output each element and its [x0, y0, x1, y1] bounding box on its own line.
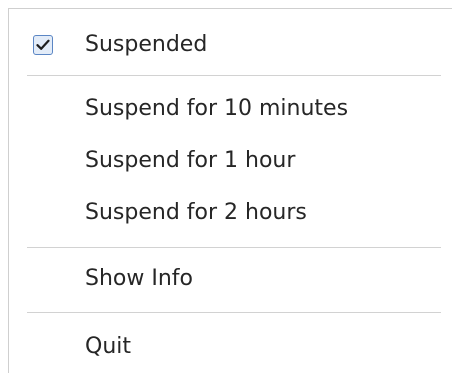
menu-item-label: Suspend for 10 minutes — [85, 96, 349, 121]
menu-item-quit[interactable]: Quit — [9, 321, 452, 373]
menu-item-suspend-1-hour[interactable]: Suspend for 1 hour — [9, 135, 452, 187]
menu-item-label: Suspend for 1 hour — [85, 148, 296, 173]
menu-item-show-info[interactable]: Show Info — [9, 253, 452, 305]
menu-separator — [27, 75, 441, 76]
context-menu: Suspended Suspend for 10 minutes Suspend… — [8, 8, 452, 373]
menu-item-label: Suspended — [85, 32, 208, 57]
menu-item-label: Show Info — [85, 266, 193, 291]
menu-item-label: Quit — [85, 334, 131, 359]
menu-item-label: Suspend for 2 hours — [85, 200, 307, 225]
menu-separator — [27, 247, 441, 248]
checkmark-icon — [36, 39, 50, 50]
menu-item-suspend-10-minutes[interactable]: Suspend for 10 minutes — [9, 83, 452, 135]
menu-item-suspended[interactable]: Suspended — [9, 19, 452, 71]
suspended-checkbox[interactable] — [33, 35, 53, 55]
menu-item-suspend-2-hours[interactable]: Suspend for 2 hours — [9, 187, 452, 239]
menu-separator — [27, 312, 441, 313]
